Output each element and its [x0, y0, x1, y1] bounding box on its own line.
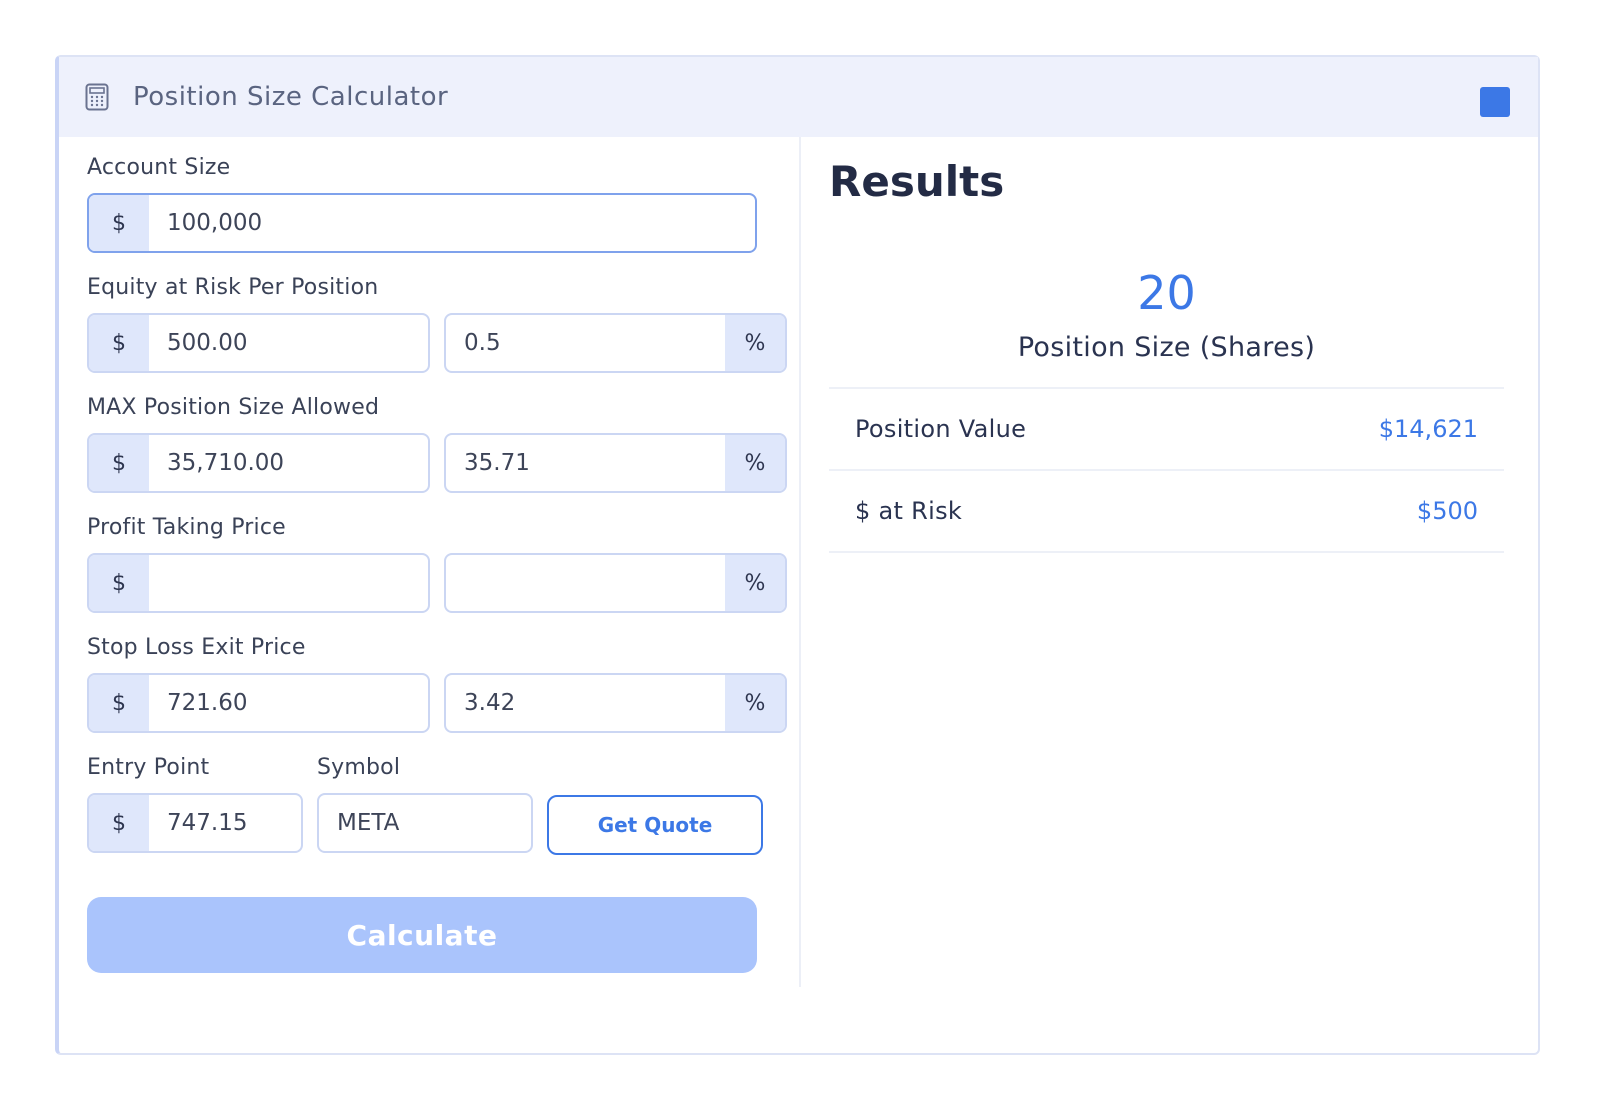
results-panel: Results 20 Position Size (Shares) Positi… [829, 157, 1504, 553]
title-bar: Position Size Calculator [59, 57, 1538, 137]
symbol-input[interactable]: META [319, 795, 531, 851]
calculator-icon [83, 83, 111, 111]
equity-at-risk-percent-field[interactable]: 0.5 % [444, 313, 787, 373]
profit-taking-percent-input[interactable] [446, 555, 725, 611]
percent-addon: % [725, 555, 785, 611]
results-list: Position Value $14,621 $ at Risk $500 [829, 387, 1504, 553]
stop-loss-percent-field[interactable]: 3.42 % [444, 673, 787, 733]
result-value: $500 [1416, 497, 1478, 525]
percent-addon: % [725, 435, 785, 491]
symbol-field[interactable]: META [317, 793, 533, 853]
stop-loss-dollar-input[interactable]: 721.60 [149, 675, 428, 731]
result-label: $ at Risk [855, 497, 963, 525]
result-row: $ at Risk $500 [829, 471, 1504, 553]
calculate-button[interactable]: Calculate [87, 897, 757, 973]
position-size-caption: Position Size (Shares) [1017, 332, 1316, 363]
currency-addon: $ [89, 555, 149, 611]
entry-point-input[interactable]: 747.15 [149, 795, 301, 851]
result-row: Position Value $14,621 [829, 389, 1504, 471]
currency-addon: $ [89, 195, 149, 251]
result-label: Position Value [855, 415, 1027, 443]
calculator-window: Position Size Calculator Account Size $ … [55, 55, 1540, 1055]
profit-taking-dollar-input[interactable] [149, 555, 428, 611]
equity-at-risk-label: Equity at Risk Per Position [87, 275, 379, 300]
profit-taking-percent-field[interactable]: % [444, 553, 787, 613]
stop-loss-dollar-field[interactable]: $ 721.60 [87, 673, 430, 733]
window-control-button[interactable] [1480, 87, 1510, 117]
entry-point-field[interactable]: $ 747.15 [87, 793, 303, 853]
profit-taking-label: Profit Taking Price [87, 515, 286, 540]
equity-at-risk-dollar-field[interactable]: $ 500.00 [87, 313, 430, 373]
calculator-form: Account Size $ 100,000 Equity at Risk Pe… [87, 155, 787, 973]
currency-addon: $ [89, 315, 149, 371]
results-title: Results [829, 157, 1005, 206]
equity-at-risk-percent-input[interactable]: 0.5 [446, 315, 725, 371]
profit-taking-dollar-field[interactable]: $ [87, 553, 430, 613]
max-position-dollar-input[interactable]: 35,710.00 [149, 435, 428, 491]
percent-addon: % [725, 315, 785, 371]
max-position-percent-input[interactable]: 35.71 [446, 435, 725, 491]
result-value: $14,621 [1378, 415, 1478, 443]
stop-loss-label: Stop Loss Exit Price [87, 635, 306, 660]
max-position-dollar-field[interactable]: $ 35,710.00 [87, 433, 430, 493]
percent-addon: % [725, 675, 785, 731]
equity-at-risk-dollar-input[interactable]: 500.00 [149, 315, 428, 371]
max-position-label: MAX Position Size Allowed [87, 395, 380, 420]
account-size-input[interactable]: 100,000 [149, 195, 755, 251]
account-size-field[interactable]: $ 100,000 [87, 193, 757, 253]
currency-addon: $ [89, 795, 149, 851]
panel-divider [799, 137, 801, 987]
stop-loss-percent-input[interactable]: 3.42 [446, 675, 725, 731]
window-title: Position Size Calculator [133, 82, 449, 112]
max-position-percent-field[interactable]: 35.71 % [444, 433, 787, 493]
symbol-label: Symbol [317, 755, 401, 780]
entry-point-label: Entry Point [87, 755, 210, 780]
currency-addon: $ [89, 435, 149, 491]
position-size-value: 20 [1137, 266, 1196, 320]
account-size-label: Account Size [87, 155, 231, 180]
get-quote-button[interactable]: Get Quote [547, 795, 763, 855]
currency-addon: $ [89, 675, 149, 731]
